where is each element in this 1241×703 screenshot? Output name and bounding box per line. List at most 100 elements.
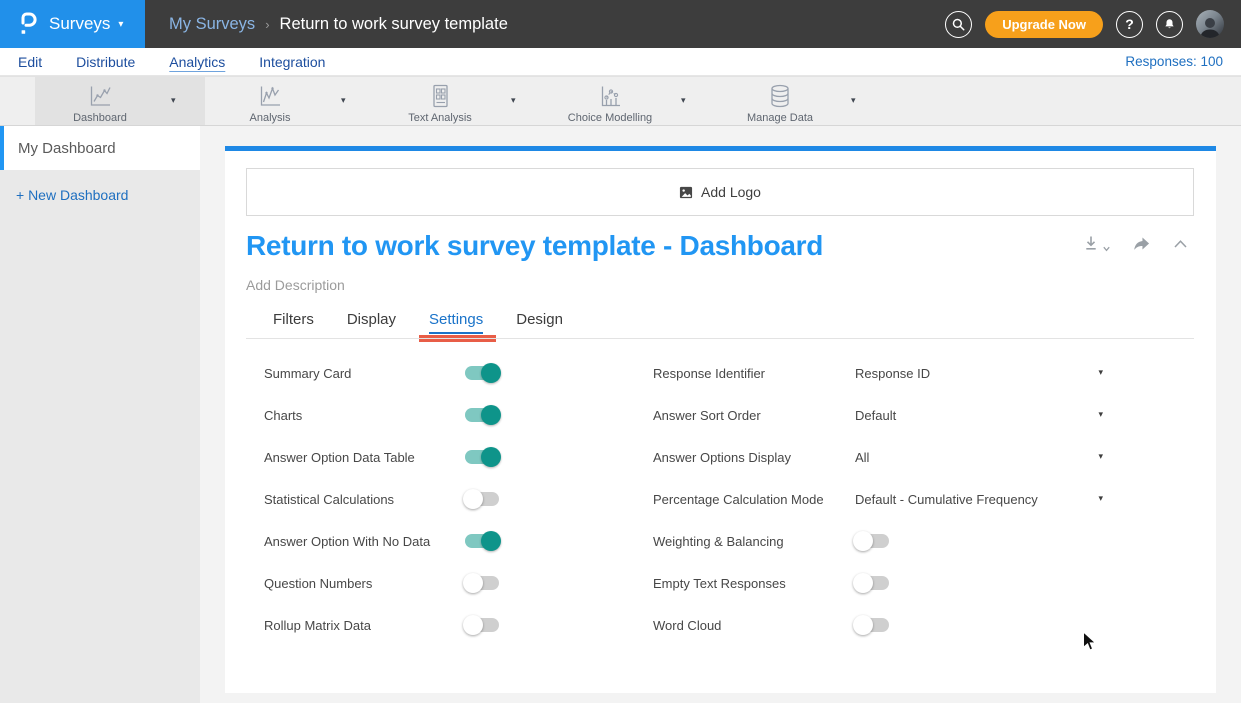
selected-value: Response ID: [855, 366, 930, 381]
image-icon: [679, 186, 693, 199]
statistical-calculations-toggle[interactable]: [465, 492, 499, 506]
selected-value: All: [855, 450, 869, 465]
summary-card-toggle[interactable]: [465, 366, 499, 380]
tab-display[interactable]: Display: [347, 311, 396, 334]
nav-item-integration[interactable]: Integration: [259, 54, 325, 70]
dropdown-caret-icon: ▾: [1098, 494, 1103, 504]
word-cloud-toggle[interactable]: [855, 618, 889, 632]
toolbar-item-main[interactable]: Choice Modelling: [545, 79, 675, 124]
chevron-down-icon: [1103, 246, 1110, 252]
toggle-knob: [853, 573, 873, 593]
setting-label: Word Cloud: [653, 618, 855, 633]
share-arrow-icon: [1132, 235, 1151, 252]
toolbar-item-label: Dashboard: [73, 112, 127, 124]
setting-label: Answer Option With No Data: [264, 534, 465, 549]
product-switcher[interactable]: Surveys ▾: [0, 0, 145, 48]
dropdown-caret-icon[interactable]: ▾: [511, 96, 516, 106]
toggle-knob: [481, 363, 501, 383]
toolbar-item-dashboard[interactable]: Dashboard ▾: [35, 77, 205, 125]
user-photo-icon: [1196, 12, 1224, 38]
answer-option-with-no-data-toggle[interactable]: [465, 534, 499, 548]
add-logo-label: Add Logo: [701, 184, 761, 200]
selected-value: Default: [855, 408, 896, 423]
question-numbers-toggle[interactable]: [465, 576, 499, 590]
search-icon: [951, 17, 966, 32]
setting-row-charts: Charts: [264, 394, 644, 436]
dashboard-sidebar: My Dashboard + New Dashboard: [0, 126, 200, 703]
answer-options-display-select[interactable]: All ▾: [855, 450, 1103, 465]
setting-row-rollup-matrix-data: Rollup Matrix Data: [264, 604, 644, 646]
percentage-calculation-mode-select[interactable]: Default - Cumulative Frequency▾: [855, 492, 1103, 507]
toolbar-item-main[interactable]: Text Analysis: [375, 79, 505, 124]
tab-settings[interactable]: Settings: [429, 311, 483, 334]
search-button[interactable]: [945, 11, 972, 38]
setting-row-response-identifier: Response IdentifierResponse ID▾: [653, 352, 1173, 394]
add-logo-button[interactable]: Add Logo: [246, 168, 1194, 216]
settings-column-right: Response IdentifierResponse ID▾Answer So…: [653, 352, 1173, 646]
download-button[interactable]: [1082, 235, 1110, 252]
choice-modelling-icon: [597, 83, 623, 110]
answer-sort-order-select[interactable]: Default▾: [855, 408, 1103, 423]
chevron-down-icon: ▾: [118, 19, 123, 30]
dropdown-caret-icon[interactable]: ▾: [681, 96, 686, 106]
survey-nav-row: Edit Distribute Analytics Integration Respo…: [0, 48, 1241, 76]
toggle-knob: [853, 531, 873, 551]
setting-label: Charts: [264, 408, 465, 423]
weighting-balancing-toggle[interactable]: [855, 534, 889, 548]
nav-item-distribute[interactable]: Distribute: [76, 54, 135, 70]
chevron-up-icon: [1173, 239, 1188, 249]
help-button[interactable]: ?: [1116, 11, 1143, 38]
setting-label: Percentage Calculation Mode: [653, 492, 855, 507]
charts-toggle[interactable]: [465, 408, 499, 422]
setting-row-answer-option-with-no-data: Answer Option With No Data: [264, 520, 644, 562]
dropdown-caret-icon[interactable]: ▾: [341, 96, 346, 106]
empty-text-responses-toggle[interactable]: [855, 576, 889, 590]
tab-design[interactable]: Design: [516, 311, 563, 334]
toolbar-item-text-analysis[interactable]: Text Analysis ▾: [375, 77, 545, 125]
toggle-knob: [463, 573, 483, 593]
setting-label: Weighting & Balancing: [653, 534, 855, 549]
user-avatar[interactable]: [1196, 10, 1224, 38]
page-title: Return to work survey template - Dashboa…: [246, 230, 823, 262]
share-button[interactable]: [1132, 235, 1151, 252]
nav-item-edit[interactable]: Edit: [18, 54, 42, 70]
responses-count[interactable]: Responses: 100: [1125, 54, 1223, 69]
new-dashboard-button[interactable]: + New Dashboard: [16, 187, 128, 203]
breadcrumb-current-survey: Return to work survey template: [280, 15, 508, 34]
analysis-chart-icon: [257, 83, 283, 110]
breadcrumb-my-surveys[interactable]: My Surveys: [169, 15, 255, 34]
tabs-divider: [246, 338, 1194, 339]
collapse-button[interactable]: [1173, 239, 1188, 249]
response-identifier-select[interactable]: Response ID▾: [855, 366, 1103, 381]
rollup-matrix-data-toggle[interactable]: [465, 618, 499, 632]
dropdown-caret-icon[interactable]: ▾: [851, 96, 856, 106]
notifications-button[interactable]: [1156, 11, 1183, 38]
toolbar-item-manage-data[interactable]: Manage Data ▾: [715, 77, 885, 125]
toolbar-item-analysis[interactable]: Analysis ▾: [205, 77, 375, 125]
bell-icon: [1162, 17, 1177, 32]
toolbar-item-choice-modelling[interactable]: Choice Modelling ▾: [545, 77, 715, 125]
text-analysis-icon: [427, 83, 453, 110]
setting-label: Rollup Matrix Data: [264, 618, 465, 633]
setting-row-weighting-balancing: Weighting & Balancing: [653, 520, 1173, 562]
sidebar-item-my-dashboard[interactable]: My Dashboard: [0, 126, 200, 170]
upgrade-now-button[interactable]: Upgrade Now: [985, 11, 1103, 38]
dropdown-caret-icon: ▾: [1098, 452, 1103, 462]
nav-item-analytics[interactable]: Analytics: [169, 54, 225, 70]
toolbar-item-main[interactable]: Manage Data: [715, 79, 845, 124]
toggle-knob: [481, 531, 501, 551]
toolbar-item-main[interactable]: Dashboard: [35, 79, 165, 124]
analytics-toolbar: Dashboard▾Analysis▾Text Analysis▾Choice …: [0, 76, 1241, 126]
toolbar-item-main[interactable]: Analysis: [205, 79, 335, 124]
setting-row-word-cloud: Word Cloud: [653, 604, 1173, 646]
dropdown-caret-icon[interactable]: ▾: [171, 96, 176, 106]
answer-option-data-table-toggle[interactable]: [465, 450, 499, 464]
settings-tabs: Filters Display Settings Design: [273, 311, 563, 334]
app-window: Surveys ▾ My Surveys › Return to work su…: [0, 0, 1241, 703]
database-icon: [767, 83, 793, 110]
setting-label: Summary Card: [264, 366, 465, 381]
tab-filters[interactable]: Filters: [273, 311, 314, 334]
add-description-placeholder[interactable]: Add Description: [246, 277, 345, 293]
setting-row-answer-options-display: Answer Options DisplayAll▾: [653, 436, 1173, 478]
toolbar-item-label: Manage Data: [747, 112, 813, 124]
